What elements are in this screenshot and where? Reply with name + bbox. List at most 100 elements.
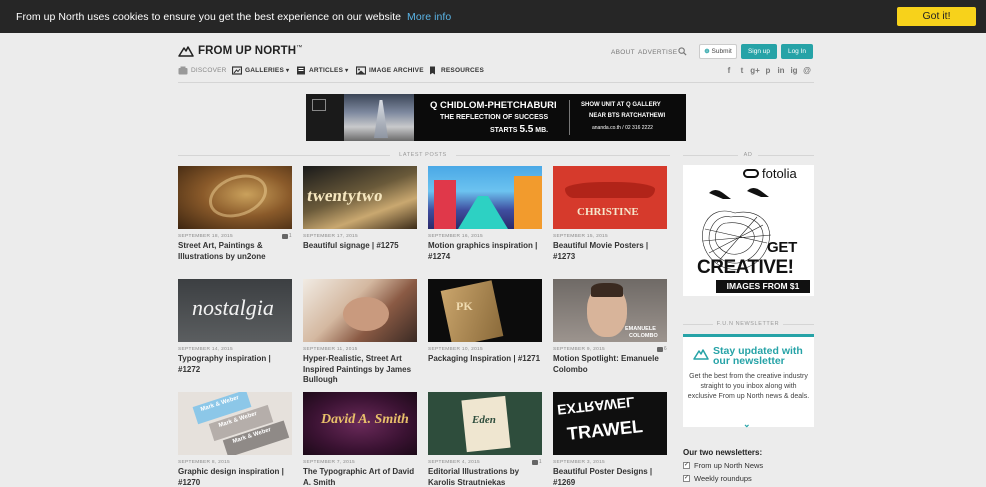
post-thumbnail[interactable]: Mark & Weber Mark & Weber Mark & Weber — [178, 392, 292, 455]
image-archive-icon — [356, 66, 366, 75]
nav-image-archive[interactable]: IMAGE ARCHIVE — [356, 66, 424, 75]
thumb-colombo-text: COLOMBO — [629, 333, 658, 339]
post-thumbnail[interactable]: EMANUELE COLOMBO — [553, 279, 667, 342]
comment-count[interactable]: 1 — [531, 459, 542, 465]
post-card[interactable]: SEPTEMBER 11, 2015 Hyper-Realistic, Stre… — [303, 279, 417, 386]
banner-building-image — [344, 94, 414, 141]
post-card[interactable]: EMANUELE COLOMBO SEPTEMBER 9, 2015 6 Mot… — [553, 279, 667, 375]
banner-logo-icon — [312, 99, 326, 111]
post-card[interactable]: Eden SEPTEMBER 4, 2015 1 Editorial Illus… — [428, 392, 542, 487]
banner-right1: SHOW UNIT AT Q GALLERY — [581, 102, 661, 108]
banner-line3: STARTS 5.5 MB. — [490, 124, 548, 135]
linkedin-icon[interactable]: in — [776, 66, 786, 76]
post-thumbnail[interactable]: EXTRAWEL TRAWEL — [553, 392, 667, 455]
thumb-trawel-text: TRAWEL — [566, 416, 644, 444]
banner-line2: THE REFLECTION OF SUCCESS — [440, 114, 549, 121]
logo-trademark: ™ — [296, 45, 303, 51]
post-card[interactable]: twentytwo SEPTEMBER 17, 2015 Beautiful s… — [303, 166, 417, 252]
post-thumbnail[interactable]: CHRISTINE — [553, 166, 667, 229]
post-card[interactable]: SEPTEMBER 16, 2015 Motion graphics inspi… — [428, 166, 542, 262]
banner-ad[interactable]: Q CHIDLOM-PHETCHABURI THE REFLECTION OF … — [306, 94, 686, 141]
post-date: SEPTEMBER 14, 2015 — [178, 347, 233, 352]
comment-count[interactable]: 1 — [281, 233, 292, 239]
comment-count[interactable]: 6 — [656, 346, 667, 352]
signup-button[interactable]: Sign up — [741, 44, 777, 59]
nav-articles[interactable]: ARTICLES ▾ — [296, 66, 348, 75]
facebook-icon[interactable]: f — [724, 66, 734, 76]
advertise-link[interactable]: ADVERTISE — [638, 49, 677, 56]
accept-cookies-button[interactable]: Got it! — [897, 7, 976, 26]
instagram-icon[interactable]: ig — [789, 66, 799, 76]
post-thumbnail[interactable]: PK — [428, 279, 542, 342]
post-card[interactable]: Mark & Weber Mark & Weber Mark & Weber S… — [178, 392, 292, 487]
post-date: SEPTEMBER 3, 2015 — [553, 460, 606, 465]
post-thumbnail[interactable] — [428, 166, 542, 229]
post-title[interactable]: Beautiful Poster Designs | #1269 — [553, 467, 667, 487]
banner-price: 5.5 — [519, 124, 534, 135]
google-plus-icon[interactable]: g+ — [750, 66, 760, 76]
post-date: SEPTEMBER 8, 2015 — [178, 460, 231, 465]
email-icon[interactable]: @ — [802, 66, 812, 76]
banner-divider — [569, 100, 570, 135]
checkbox-checked-icon[interactable]: ✓ — [683, 475, 690, 482]
newsletter-option[interactable]: ✓ Weekly roundups — [683, 474, 752, 483]
post-title[interactable]: Packaging Inspiration | #1271 — [428, 354, 542, 365]
post-card[interactable]: CHRISTINE SEPTEMBER 15, 2015 Beautiful M… — [553, 166, 667, 262]
submit-button[interactable]: ⊕ Submit — [699, 44, 737, 59]
checkbox-checked-icon[interactable]: ✓ — [683, 462, 690, 469]
twitter-icon[interactable]: t — [737, 66, 747, 76]
comment-count-value: 1 — [538, 459, 542, 465]
banner-starts: STARTS — [490, 127, 518, 134]
post-thumbnail[interactable]: twentytwo — [303, 166, 417, 229]
post-card[interactable]: nostalgia SEPTEMBER 14, 2015 Typography … — [178, 279, 292, 375]
post-title[interactable]: Beautiful signage | #1275 — [303, 241, 417, 252]
nav-galleries[interactable]: GALLERIES ▾ — [232, 66, 289, 75]
cookie-message-text: From up North uses cookies to ensure you… — [16, 11, 402, 23]
login-button[interactable]: Log In — [781, 44, 813, 59]
chevron-down-icon[interactable]: ⌄ — [743, 419, 751, 430]
nav-discover[interactable]: DISCOVER — [178, 66, 227, 75]
post-title[interactable]: Motion graphics inspiration | #1274 — [428, 241, 542, 262]
nav-resources[interactable]: RESOURCES — [428, 66, 484, 75]
post-title[interactable]: Motion Spotlight: Emanuele Colombo — [553, 354, 667, 375]
post-title[interactable]: Beautiful Movie Posters | #1273 — [553, 241, 667, 262]
post-meta: SEPTEMBER 7, 2015 — [303, 460, 417, 466]
social-links: f t g+ p in ig @ — [724, 66, 812, 76]
pinterest-icon[interactable]: p — [763, 66, 773, 76]
newsletter-label: F.U.N NEWSLETTER — [713, 321, 783, 327]
post-date: SEPTEMBER 18, 2015 — [178, 234, 233, 239]
banner-right2: NEAR BTS RATCHATHEWI — [589, 113, 666, 119]
post-title[interactable]: The Typographic Art of David A. Smith — [303, 467, 417, 487]
post-thumbnail[interactable] — [178, 166, 292, 229]
post-thumbnail[interactable]: Eden — [428, 392, 542, 455]
cookie-bar: From up North uses cookies to ensure you… — [0, 0, 986, 33]
post-card[interactable]: SEPTEMBER 18, 2015 1 Street Art, Paintin… — [178, 166, 292, 262]
newsletters-heading: Our two newsletters: — [683, 448, 763, 457]
more-info-link[interactable]: More info — [407, 11, 451, 23]
post-date: SEPTEMBER 7, 2015 — [303, 460, 356, 465]
banner-right3: ananda.co.th / 02 316 2222 — [592, 125, 653, 131]
thumb-signage-text: twentytwo — [305, 186, 384, 205]
post-title[interactable]: Editorial Illustrations by Karolis Strau… — [428, 467, 542, 487]
post-title[interactable]: Hyper-Realistic, Street Art Inspired Pai… — [303, 354, 417, 386]
post-title[interactable]: Street Art, Paintings & Illustrations by… — [178, 241, 292, 262]
banner-logo-block — [306, 94, 344, 141]
post-card[interactable]: David A. Smith SEPTEMBER 7, 2015 The Typ… — [303, 392, 417, 487]
post-title[interactable]: Typography inspiration | #1272 — [178, 354, 292, 375]
logo-text: FROM UP NORTH — [198, 45, 297, 57]
post-thumbnail[interactable]: nostalgia — [178, 279, 292, 342]
post-title[interactable]: Graphic design inspiration | #1270 — [178, 467, 292, 487]
post-card[interactable]: PK SEPTEMBER 10, 2015 Packaging Inspirat… — [428, 279, 542, 365]
about-link[interactable]: ABOUT — [611, 49, 635, 56]
comment-icon — [281, 233, 288, 239]
post-thumbnail[interactable]: David A. Smith — [303, 392, 417, 455]
site-logo[interactable]: FROM UP NORTH ™ — [178, 44, 302, 58]
newsletter-accent-strip — [683, 334, 814, 337]
newsletter-option[interactable]: ✓ From up North News — [683, 461, 763, 470]
thumb-eden-text: Eden — [472, 414, 496, 426]
fotolia-ad[interactable]: fotolia GET CREATIVE! IMAGES FROM $1 — [683, 165, 814, 296]
post-thumbnail[interactable] — [303, 279, 417, 342]
post-card[interactable]: EXTRAWEL TRAWEL SEPTEMBER 3, 2015 Beauti… — [553, 392, 667, 487]
chevron-down-icon: ▾ — [345, 68, 349, 74]
search-icon[interactable] — [678, 47, 687, 56]
